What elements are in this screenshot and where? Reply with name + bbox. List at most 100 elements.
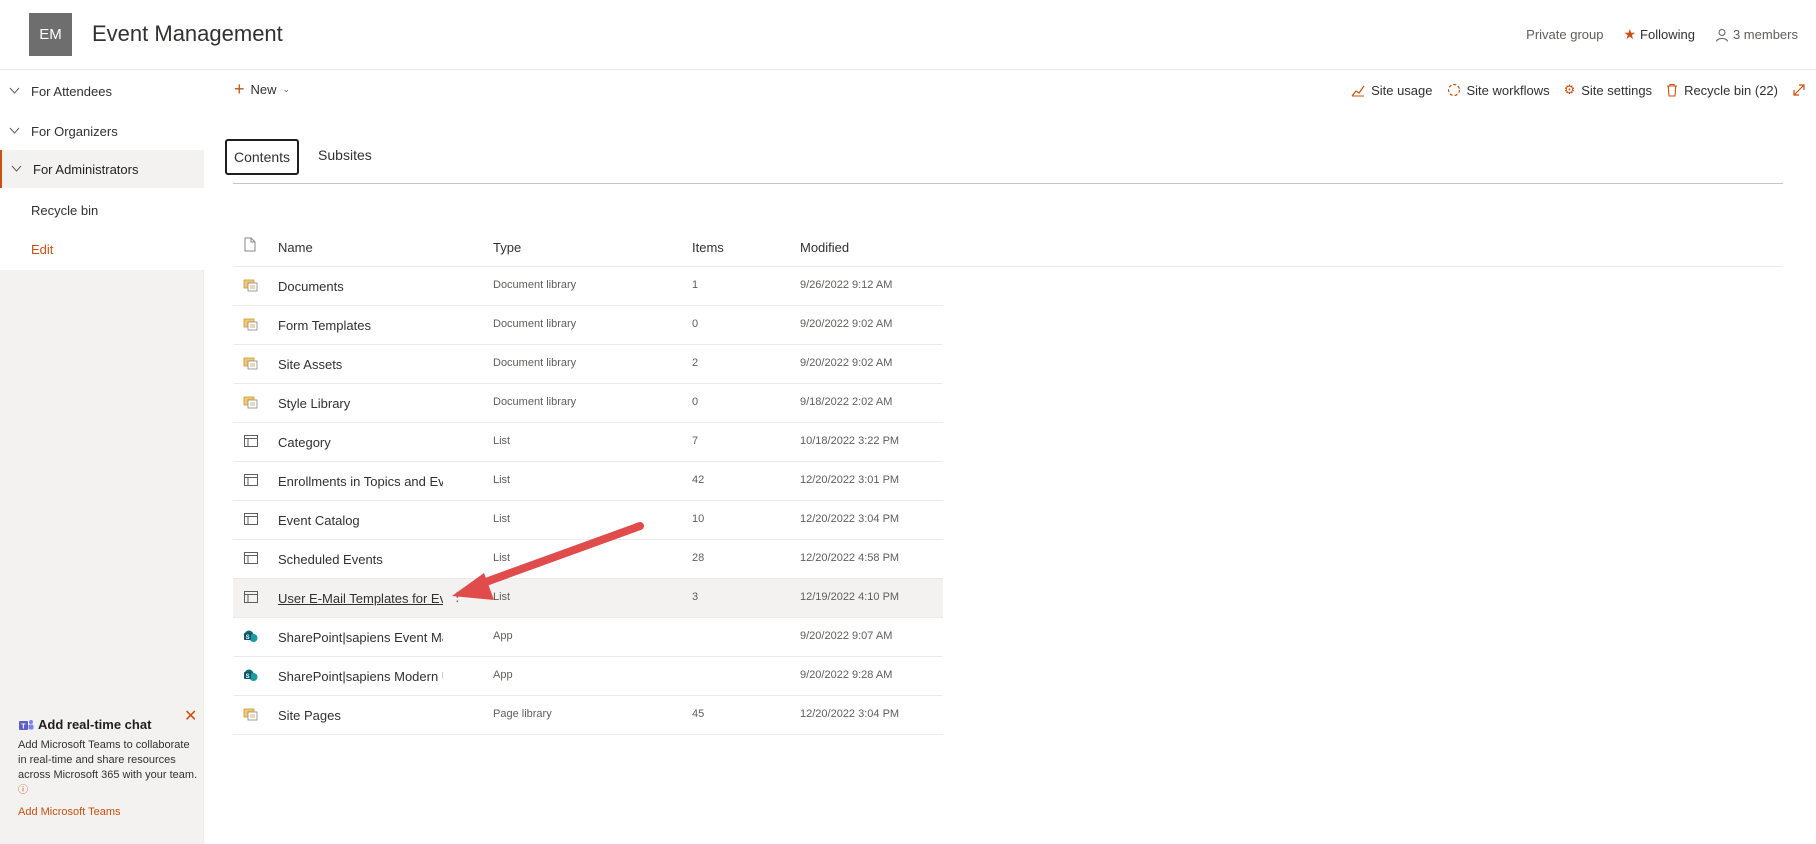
chevron-down-icon[interactable] (9, 85, 20, 96)
teams-promo: T Add real-time chat Add Microsoft Teams… (18, 717, 198, 818)
table-row[interactable]: Enrollments in Topics and Events List 42 12… (233, 462, 943, 501)
list-icon (243, 433, 259, 449)
tab-subsites[interactable]: Subsites (311, 139, 379, 175)
table-row[interactable]: User E-Mail Templates for Events ⋮ List 3 12… (233, 579, 943, 618)
teams-icon: T (19, 719, 34, 730)
chart-icon (1351, 85, 1365, 96)
item-type: List (493, 552, 511, 564)
table-row[interactable]: S SharePoint|sapiens Modern UI App 9/20/202… (233, 657, 943, 696)
library-icon (243, 706, 259, 722)
item-count: 2 (692, 357, 699, 369)
item-modified: 10/18/2022 3:22 PM (800, 435, 900, 447)
item-modified: 9/26/2022 9:12 AM (800, 279, 893, 291)
item-count: 1 (692, 279, 699, 291)
site-usage-button[interactable]: Site usage (1351, 83, 1433, 98)
following-button[interactable]: ★ Following (1623, 26, 1694, 43)
item-modified: 12/20/2022 3:04 PM (800, 513, 900, 525)
table-row[interactable]: Category List 7 10/18/2022 3:22 PM (233, 423, 943, 462)
add-teams-link[interactable]: Add Microsoft Teams (18, 806, 198, 818)
library-icon (243, 355, 259, 371)
teams-promo-title: T Add real-time chat (18, 717, 198, 732)
column-header-type[interactable]: Type (493, 240, 521, 255)
expand-button[interactable] (1792, 83, 1806, 97)
item-name-link[interactable]: Style Library (278, 396, 443, 411)
item-count: 10 (692, 513, 705, 525)
tab-contents[interactable]: Contents (225, 139, 300, 175)
table-row[interactable]: Event Catalog List 10 12/20/2022 3:04 PM (233, 501, 943, 540)
members-button[interactable]: 3 members (1715, 27, 1798, 42)
chevron-down-icon[interactable] (11, 163, 22, 174)
table-row[interactable]: Form Templates Document library 0 9/20/2022… (233, 306, 943, 345)
table-row[interactable]: Site Pages Page library 45 12/20/2022 3:04 … (233, 696, 943, 735)
item-count: 7 (692, 435, 699, 447)
nav-label: For Attendees (31, 83, 112, 99)
content-tabs: Contents Subsites (225, 139, 379, 175)
site-logo[interactable]: EM (29, 13, 72, 56)
new-label: New (250, 81, 277, 97)
library-icon (243, 277, 259, 293)
item-name-link[interactable]: Form Templates (278, 318, 443, 333)
svg-text:S: S (246, 635, 250, 641)
table-row[interactable]: Style Library Document library 0 9/18/2022 … (233, 384, 943, 423)
item-name-link[interactable]: Site Assets (278, 357, 443, 372)
item-type: App (493, 669, 513, 681)
nav-label: Recycle bin (31, 202, 99, 218)
item-modified: 12/20/2022 4:58 PM (800, 552, 900, 564)
item-name-link[interactable]: Enrollments in Topics and Events (278, 474, 443, 489)
item-type: Document library (493, 318, 577, 330)
table-row[interactable]: Scheduled Events List 28 12/20/2022 4:58 PM (233, 540, 943, 579)
site-title[interactable]: Event Management (92, 21, 283, 47)
table-row[interactable]: Site Assets Document library 2 9/20/2022 9:… (233, 345, 943, 384)
list-icon (243, 472, 259, 488)
nav-item-recycle-bin[interactable]: Recycle bin (0, 191, 204, 229)
list-icon (243, 589, 259, 605)
item-name-link[interactable]: Site Pages (278, 708, 443, 723)
table-header: Name Type Items Modified (233, 230, 1783, 267)
command-bar: + New ⌄ Site usage Site workflows ⚙ Site… (204, 70, 1816, 110)
item-modified: 12/20/2022 3:04 PM (800, 708, 900, 720)
item-type: App (493, 630, 513, 642)
file-type-icon[interactable] (244, 237, 256, 252)
item-name-link[interactable]: SharePoint|sapiens Modern UI (278, 669, 443, 684)
nav-edit-link[interactable]: Edit (0, 230, 204, 268)
recycle-bin-button[interactable]: Recycle bin (22) (1666, 83, 1778, 98)
item-name-link[interactable]: Event Catalog (278, 513, 443, 528)
chevron-down-icon[interactable] (9, 125, 20, 136)
nav-label: Edit (31, 241, 54, 257)
item-type: List (493, 513, 511, 525)
item-modified: 9/20/2022 9:28 AM (800, 669, 893, 681)
item-type: Document library (493, 357, 577, 369)
list-icon (243, 550, 259, 566)
table-row[interactable]: Documents Document library 1 9/26/2022 9:12… (233, 267, 943, 306)
table-row[interactable]: S SharePoint|sapiens Event Management App 9… (233, 618, 943, 657)
members-label: 3 members (1732, 27, 1798, 42)
site-settings-button[interactable]: ⚙ Site settings (1564, 82, 1652, 98)
item-count: 28 (692, 552, 705, 564)
nav-item-for-organizers[interactable]: For Organizers (0, 112, 204, 150)
header-actions: Private group ★ Following 3 members (1526, 26, 1798, 43)
workflow-icon (1447, 83, 1460, 97)
column-header-name[interactable]: Name (278, 240, 313, 255)
site-initials: EM (39, 26, 62, 43)
nav-item-for-attendees[interactable]: For Attendees (0, 72, 204, 110)
item-modified: 9/20/2022 9:02 AM (800, 357, 893, 369)
item-name-link[interactable]: Scheduled Events (278, 552, 443, 567)
info-icon[interactable]: ⓘ (18, 785, 28, 796)
item-name-link[interactable]: Category (278, 435, 443, 450)
more-options-icon[interactable]: ⋮ (451, 589, 464, 605)
item-count: 45 (692, 708, 705, 720)
column-header-items[interactable]: Items (692, 240, 724, 255)
nav-item-for-administrators[interactable]: For Administrators (0, 150, 204, 188)
item-count: 3 (692, 591, 699, 603)
nav-label: For Organizers (31, 123, 118, 139)
item-name-link[interactable]: Documents (278, 279, 443, 294)
item-name-link[interactable]: User E-Mail Templates for Events (278, 591, 443, 606)
divider (233, 183, 1783, 184)
item-count: 0 (692, 396, 699, 408)
new-button[interactable]: + New ⌄ (234, 80, 290, 98)
svg-text:S: S (246, 674, 250, 680)
item-name-link[interactable]: SharePoint|sapiens Event Management (278, 630, 443, 645)
site-workflows-button[interactable]: Site workflows (1447, 83, 1550, 98)
library-icon (243, 316, 259, 332)
column-header-modified[interactable]: Modified (800, 240, 849, 255)
